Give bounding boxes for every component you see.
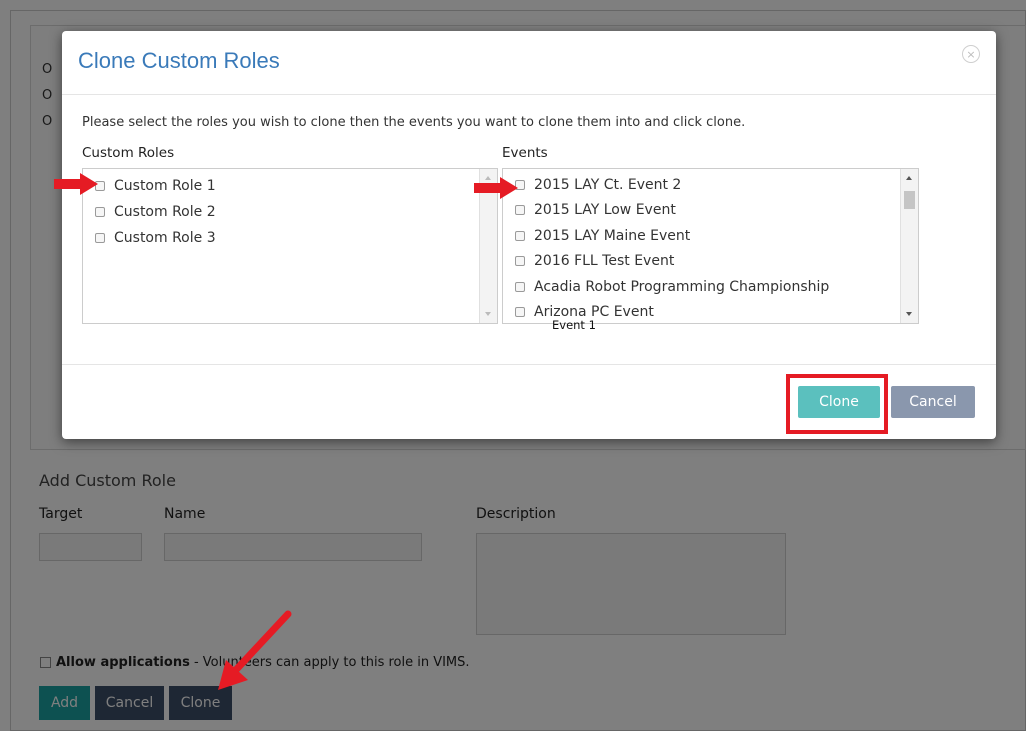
custom-role-label: Custom Role 2	[114, 204, 216, 220]
instructions-text: Please select the roles you wish to clon…	[82, 115, 746, 130]
event-item[interactable]: Acadia Robot Programming Championship	[515, 279, 829, 295]
arrow-right-icon	[54, 173, 98, 195]
modal-title: Clone Custom Roles	[78, 48, 280, 73]
custom-roles-label: Custom Roles	[82, 145, 175, 161]
event-label: 2015 LAY Low Event	[534, 202, 676, 218]
custom-role-label: Custom Role 3	[114, 230, 216, 246]
event-item[interactable]: 2015 LAY Low Event	[515, 202, 676, 218]
scroll-down-icon[interactable]	[906, 312, 912, 316]
event-label: 2016 FLL Test Event	[534, 253, 675, 269]
events-scrollbar[interactable]	[900, 169, 918, 323]
event-label: 2015 LAY Maine Event	[534, 228, 691, 244]
event-label: Acadia Robot Programming Championship	[534, 279, 830, 295]
event-checkbox[interactable]	[515, 307, 525, 317]
scroll-up-icon[interactable]	[906, 176, 912, 180]
events-listbox[interactable]: 2015 LAY Ct. Event 2 2015 LAY Low Event …	[502, 168, 919, 324]
overflow-text: Event 1	[552, 318, 596, 332]
custom-role-checkbox[interactable]	[95, 207, 105, 217]
header-divider	[62, 94, 996, 95]
custom-role-item[interactable]: Custom Role 1	[95, 178, 216, 194]
event-item[interactable]: 2016 FLL Test Event	[515, 253, 674, 269]
custom-role-item[interactable]: Custom Role 2	[95, 204, 216, 220]
clone-highlight-box	[786, 374, 888, 434]
footer-divider	[62, 364, 996, 365]
event-checkbox[interactable]	[515, 256, 525, 266]
event-checkbox[interactable]	[515, 205, 525, 215]
event-label: 2015 LAY Ct. Event 2	[534, 177, 682, 193]
scroll-down-icon[interactable]	[485, 312, 491, 316]
arrow-down-left-icon	[218, 610, 292, 690]
modal-cancel-button[interactable]: Cancel	[891, 386, 975, 418]
event-item[interactable]: 2015 LAY Ct. Event 2	[515, 177, 681, 193]
custom-roles-listbox[interactable]: Custom Role 1 Custom Role 2 Custom Role …	[82, 168, 498, 324]
scroll-thumb[interactable]	[904, 191, 915, 209]
arrow-right-icon	[474, 177, 518, 199]
event-checkbox[interactable]	[515, 282, 525, 292]
events-label: Events	[502, 145, 548, 161]
custom-role-label: Custom Role 1	[114, 178, 216, 194]
custom-role-item[interactable]: Custom Role 3	[95, 230, 216, 246]
event-checkbox[interactable]	[515, 231, 525, 241]
custom-role-checkbox[interactable]	[95, 233, 105, 243]
close-icon[interactable]: ×	[962, 45, 980, 63]
event-item[interactable]: 2015 LAY Maine Event	[515, 228, 690, 244]
